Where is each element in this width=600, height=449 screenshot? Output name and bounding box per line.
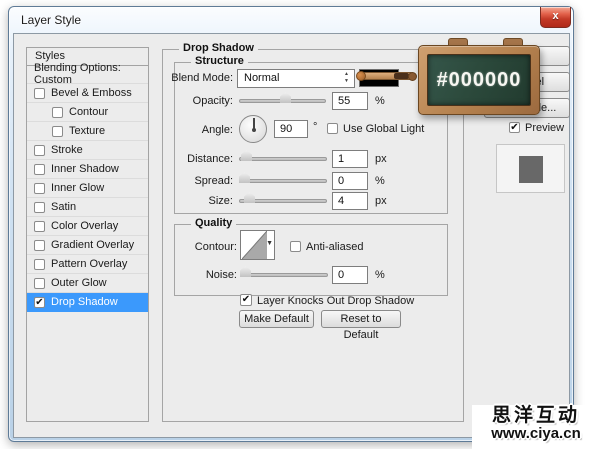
sidebar-item-inner-glow[interactable]: Inner Glow — [27, 179, 148, 198]
contour-dropdown-icon[interactable]: ▼ — [266, 240, 273, 247]
drop-shadow-checkbox[interactable] — [34, 296, 45, 308]
size-label: Size: — [208, 195, 233, 207]
stroke-checkbox[interactable] — [34, 144, 45, 156]
size-input[interactable]: 4 — [332, 192, 368, 210]
anti-aliased-label: Anti-aliased — [306, 241, 364, 253]
noise-input[interactable]: 0 — [332, 266, 368, 284]
distance-input[interactable]: 1 — [332, 150, 368, 168]
angle-unit: ° — [313, 121, 318, 133]
reset-default-button[interactable]: Reset to Default — [321, 310, 401, 341]
sidebar-item-label: Texture — [69, 125, 106, 137]
preview-label: Preview — [525, 122, 565, 134]
color-overlay-checkbox[interactable] — [34, 220, 45, 232]
spinner-icon: ▲ ▼ — [344, 71, 349, 84]
angle-dial[interactable] — [239, 115, 267, 143]
sidebar-item-inner-shadow[interactable]: Inner Shadow — [27, 160, 148, 179]
anti-aliased-checkbox[interactable] — [290, 241, 301, 252]
satin-checkbox[interactable] — [34, 201, 45, 213]
sidebar-item-label: Gradient Overlay — [51, 239, 135, 251]
spread-label: Spread: — [194, 175, 233, 187]
sidebar-item-label: Stroke — [51, 144, 83, 156]
inner-shadow-checkbox[interactable] — [34, 163, 45, 175]
close-button[interactable]: x — [540, 7, 571, 28]
sidebar-item-bevel-emboss[interactable]: Bevel & Emboss — [27, 84, 148, 103]
outer-glow-checkbox[interactable] — [34, 277, 45, 289]
use-global-light-checkbox[interactable] — [327, 123, 338, 134]
sidebar-item-label: Outer Glow — [51, 277, 107, 289]
window-title: Layer Style — [21, 13, 82, 27]
quality-legend: Quality — [191, 217, 237, 229]
sidebar-item-stroke[interactable]: Stroke — [27, 141, 148, 160]
blend-mode-label: Blend Mode: — [171, 72, 233, 84]
sidebar-item-label: Blending Options: Custom — [34, 62, 121, 86]
spread-slider[interactable] — [239, 179, 327, 183]
angle-hub — [252, 128, 256, 132]
make-default-button[interactable]: Make Default — [239, 310, 314, 328]
hex-color-value: #000000 — [436, 68, 522, 91]
panel-title: Drop Shadow — [179, 42, 258, 54]
opacity-label: Opacity: — [192, 95, 233, 107]
pattern-overlay-checkbox[interactable] — [34, 258, 45, 270]
sidebar-item-label: Drop Shadow — [51, 296, 118, 308]
gradient-overlay-checkbox[interactable] — [34, 239, 45, 251]
size-unit: px — [375, 195, 387, 207]
spread-unit: % — [375, 175, 385, 187]
distance-slider[interactable] — [239, 157, 327, 161]
contour-picker[interactable]: ▼ — [240, 230, 275, 260]
sidebar-item-label: Contour — [69, 106, 109, 118]
noise-label: Noise: — [205, 269, 237, 281]
contour-label: Contour: — [194, 241, 237, 253]
sidebar-item-blending-options[interactable]: Blending Options: Custom — [27, 62, 148, 86]
blend-mode-select[interactable]: Normal ▲ ▼ — [237, 69, 355, 88]
preview-checkbox[interactable] — [509, 122, 520, 133]
layer-knockout-label: Layer Knocks Out Drop Shadow — [257, 295, 415, 307]
angle-input[interactable]: 90 — [274, 120, 308, 138]
sidebar-item-label: Inner Shadow — [51, 163, 119, 175]
sidebar-item-label: Color Overlay — [51, 220, 119, 232]
inner-glow-checkbox[interactable] — [34, 182, 45, 194]
close-icon: x — [552, 10, 559, 22]
distance-label: Distance: — [187, 153, 233, 165]
sidebar-item-gradient-overlay[interactable]: Gradient Overlay — [27, 236, 148, 255]
bevel-emboss-checkbox[interactable] — [34, 87, 45, 99]
quality-group: Quality — [174, 217, 448, 296]
distance-unit: px — [375, 153, 387, 165]
sidebar-item-contour[interactable]: Contour — [27, 103, 148, 122]
chalkboard-overlay: #000000 — [418, 45, 540, 115]
preview-square — [519, 156, 543, 183]
sidebar-item-label: Bevel & Emboss — [51, 87, 132, 99]
page: Layer Style x Styles Blending Options: C… — [0, 0, 600, 449]
sidebar-item-label: Inner Glow — [51, 182, 105, 194]
sidebar-item-color-overlay[interactable]: Color Overlay — [27, 217, 148, 236]
pointer-cap — [408, 72, 417, 81]
sidebar-item-label: Satin — [51, 201, 77, 213]
pointer-stick-grip — [394, 73, 409, 79]
sidebar-item-label: Pattern Overlay — [51, 258, 128, 270]
contour-checkbox[interactable] — [52, 106, 63, 118]
angle-label: Angle: — [201, 124, 233, 136]
spread-input[interactable]: 0 — [332, 172, 368, 190]
sidebar-item-pattern-overlay[interactable]: Pattern Overlay — [27, 255, 148, 274]
opacity-input[interactable]: 55 — [332, 92, 368, 110]
use-global-light-label: Use Global Light — [343, 123, 425, 135]
layer-knockout-checkbox[interactable] — [240, 294, 252, 306]
structure-legend: Structure — [191, 55, 248, 67]
texture-checkbox[interactable] — [52, 125, 63, 137]
pointer-tip-icon — [356, 71, 366, 81]
styles-list: Blending Options: Custom Bevel & Emboss … — [26, 62, 149, 422]
noise-unit: % — [375, 269, 385, 281]
sidebar-item-texture[interactable]: Texture — [27, 122, 148, 141]
opacity-unit: % — [375, 95, 385, 107]
contour-linear-icon — [242, 231, 267, 259]
watermark-brand: 思洋互动 — [491, 405, 580, 426]
blend-mode-value: Normal — [244, 72, 280, 84]
sidebar-item-outer-glow[interactable]: Outer Glow — [27, 274, 148, 293]
sidebar-item-satin[interactable]: Satin — [27, 198, 148, 217]
chalkboard-surface: #000000 — [427, 54, 531, 106]
preview-thumbnail — [496, 144, 565, 193]
noise-slider[interactable] — [240, 273, 328, 277]
watermark: 思洋互动 www.ciya.cn — [472, 405, 600, 449]
sidebar-item-drop-shadow[interactable]: Drop Shadow — [27, 293, 148, 312]
watermark-url: www.ciya.cn — [491, 425, 581, 442]
